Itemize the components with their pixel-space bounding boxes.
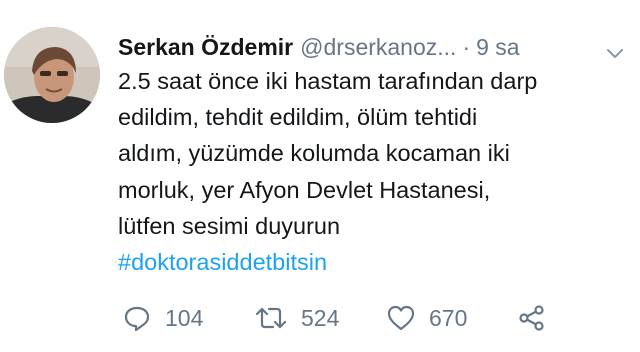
tweet-text-line: 2.5 saat önce iki hastam tarafından darp bbox=[118, 68, 538, 94]
retweet-count: 524 bbox=[301, 304, 340, 331]
reply-button[interactable]: 104 bbox=[122, 298, 203, 338]
retweet-icon bbox=[254, 303, 288, 333]
reply-icon bbox=[122, 303, 152, 333]
tweet-text-line: edildim, tehdit edildim, ölüm tehtidi bbox=[118, 104, 478, 131]
display-name[interactable]: Serkan Özdemir bbox=[118, 29, 293, 65]
avatar[interactable] bbox=[4, 27, 100, 123]
share-button[interactable] bbox=[517, 298, 547, 338]
share-icon bbox=[517, 303, 547, 333]
tweet-text: 2.5 saat önce iki hastam tarafından darp… bbox=[118, 63, 618, 280]
chevron-down-icon[interactable] bbox=[605, 38, 625, 58]
tweet-header: Serkan Özdemir @drserkanoz... · 9 sa bbox=[118, 29, 633, 65]
tweet-text-line: morluk, yer Afyon Devlet Hastanesi, bbox=[118, 176, 491, 203]
tweet-text-line: lütfen sesimi duyurun bbox=[118, 212, 341, 239]
user-handle[interactable]: @drserkanoz... bbox=[300, 29, 456, 65]
retweet-button[interactable]: 524 bbox=[254, 298, 339, 338]
like-button[interactable]: 670 bbox=[386, 298, 467, 338]
tweet-actions: 104 524 670 bbox=[122, 298, 602, 338]
heart-icon bbox=[386, 303, 416, 333]
tweet-text-line: aldım, yüzümde kolumda kocaman iki bbox=[118, 140, 510, 167]
hashtag-link[interactable]: #doktorasiddetbitsin bbox=[118, 244, 618, 280]
tweet-card: Serkan Özdemir @drserkanoz... · 9 sa 2.5… bbox=[0, 0, 640, 352]
separator-dot: · bbox=[462, 34, 471, 60]
like-count: 670 bbox=[429, 304, 468, 331]
reply-count: 104 bbox=[165, 304, 204, 331]
timestamp[interactable]: 9 sa bbox=[476, 29, 519, 65]
